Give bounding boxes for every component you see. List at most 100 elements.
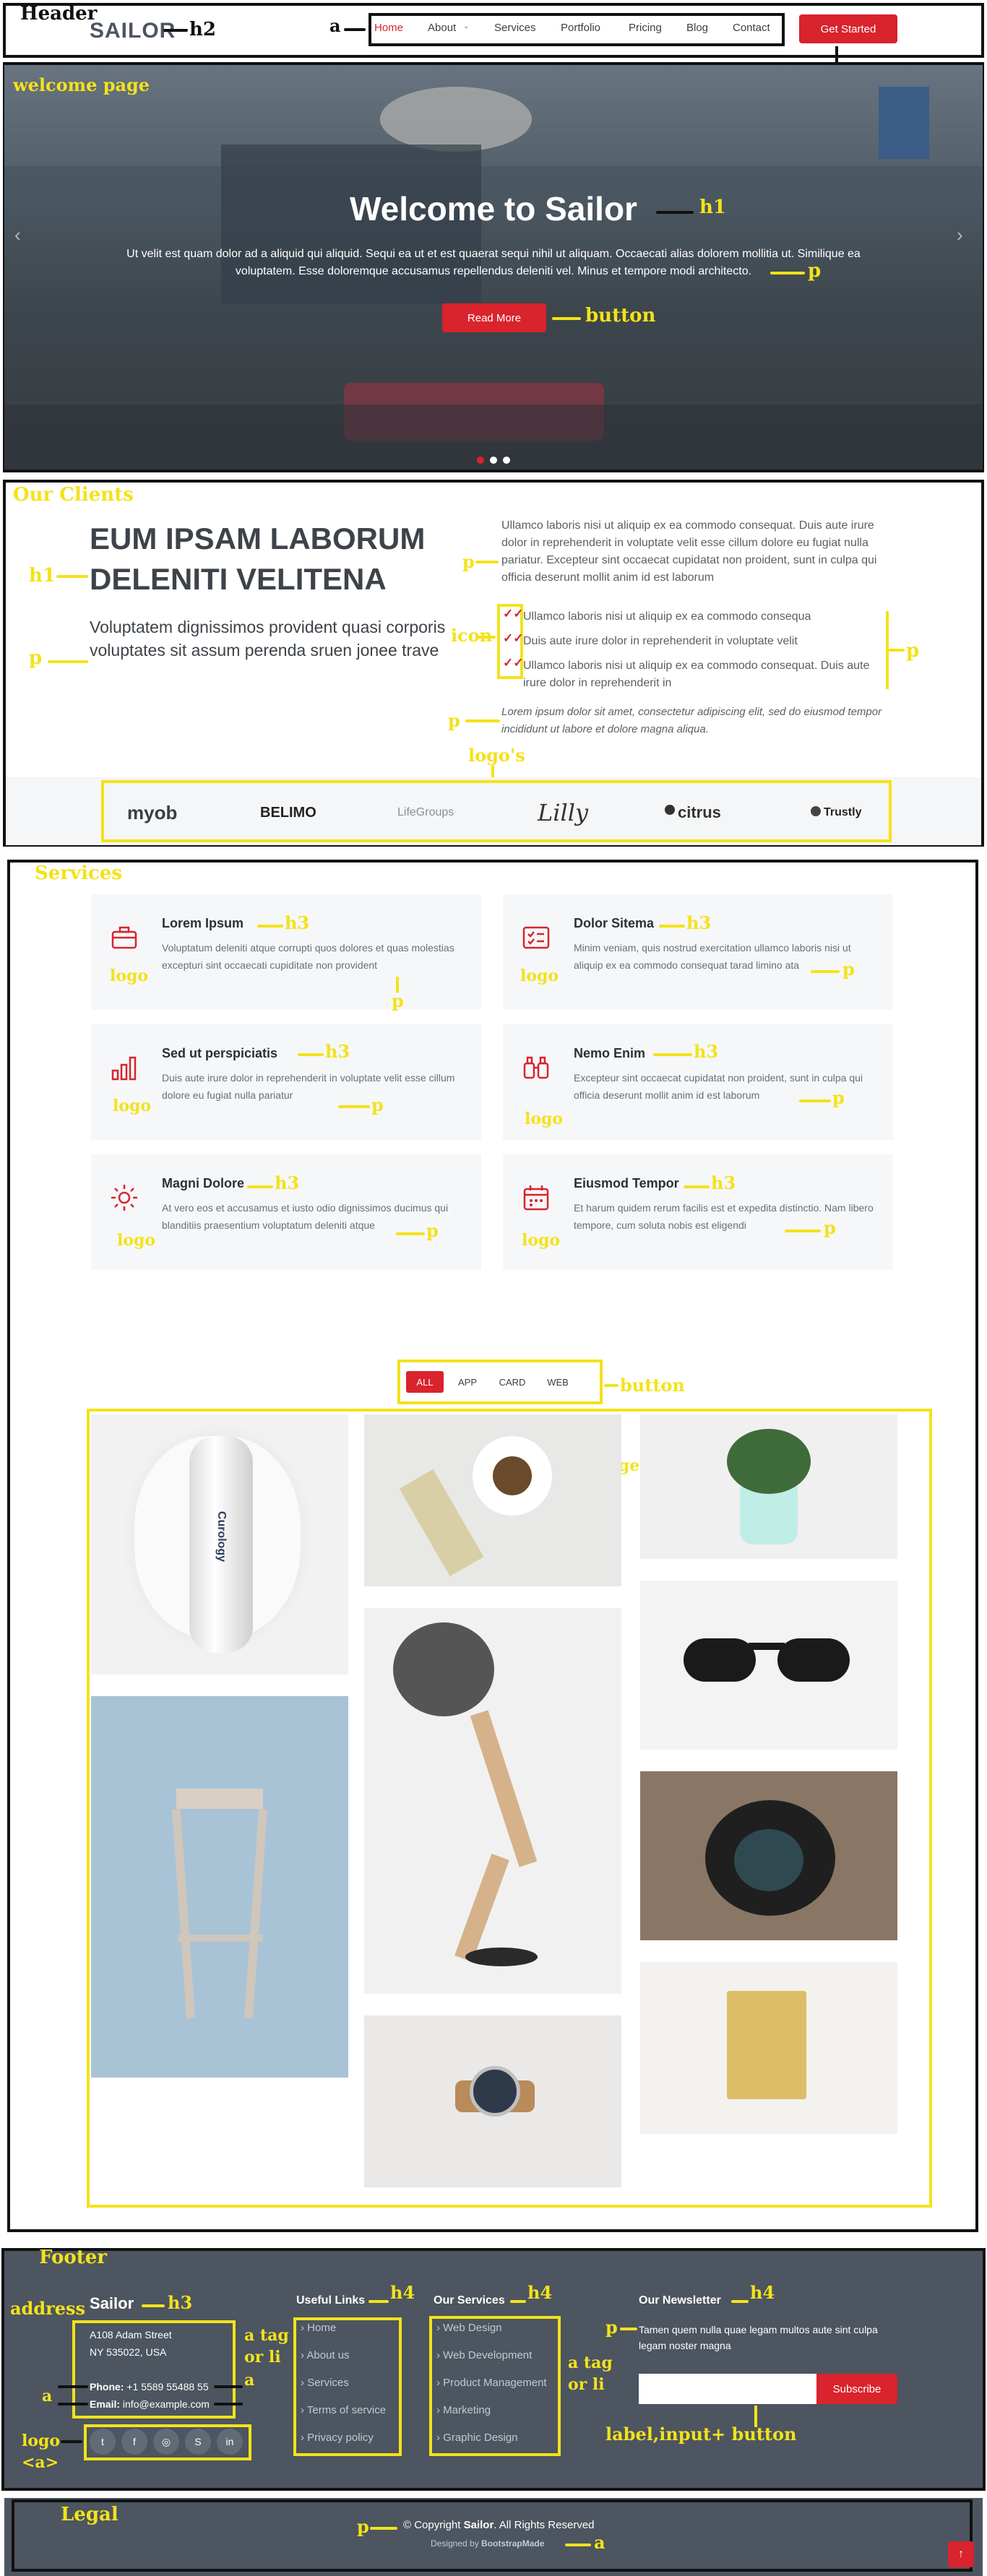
annot-arrow-button-hero [552, 317, 581, 320]
portfolio-image-sunglasses[interactable] [640, 1581, 897, 1750]
service-title[interactable]: Magni Dolore [162, 1176, 244, 1191]
bootstrapmade-link[interactable]: BootstrapMade [481, 2538, 544, 2549]
lamp-arm [454, 1854, 509, 1962]
filter-web[interactable]: WEB [539, 1371, 577, 1393]
service-card[interactable]: Lorem Ipsum Voluptatum deleniti atque co… [91, 894, 481, 1010]
annot-arrow-p [811, 970, 840, 973]
filter-card[interactable]: CARD [493, 1371, 532, 1393]
phone-value[interactable]: +1 5589 55488 55 [126, 2381, 208, 2393]
legal-outline [12, 2499, 973, 2572]
clients-list-item-3: Ullamco laboris nisi ut aliquip ex ea co… [523, 660, 870, 689]
service-text: Voluptatum deleniti atque corrupti quos … [162, 942, 454, 971]
carousel-dot[interactable] [503, 457, 510, 464]
get-started-button[interactable]: Get Started [799, 14, 897, 43]
annot-legal: Legal [61, 2504, 118, 2525]
read-more-button[interactable]: Read More [442, 303, 546, 332]
useful-link-home[interactable]: › Home [301, 2322, 336, 2334]
useful-link-services[interactable]: › Services [301, 2377, 349, 2389]
annot-h1-clients: h1 [29, 565, 56, 587]
annot-welcome-page: welcome page [13, 74, 150, 95]
email-value[interactable]: info@example.com [123, 2398, 210, 2410]
skype-icon[interactable]: S [185, 2429, 211, 2455]
portfolio-image-bottle[interactable]: Curology [91, 1414, 348, 1674]
annot-arrow-logo-a [61, 2440, 82, 2443]
nav-portfolio[interactable]: Portfolio [561, 22, 600, 34]
linkedin-icon[interactable]: in [217, 2429, 243, 2455]
service-text: Duis aute irure dolor in reprehenderit i… [162, 1072, 455, 1101]
nav-blog[interactable]: Blog [686, 22, 708, 34]
instagram-icon[interactable]: ◎ [153, 2429, 179, 2455]
useful-link-privacy[interactable]: › Privacy policy [301, 2432, 374, 2444]
portfolio-image-lens[interactable] [640, 1771, 897, 1940]
bottle-label: Curology [215, 1510, 228, 1563]
nav-home[interactable]: Home [374, 22, 403, 34]
service-card[interactable]: Eiusmod Tempor Et harum quidem rerum fac… [503, 1154, 893, 1270]
lens-glass [734, 1829, 803, 1891]
annot-arrow-h4 [368, 2300, 389, 2303]
annot-h4: h4 [750, 2282, 775, 2303]
annot-a: a [329, 15, 341, 36]
annot-arrow-a-footer-right [214, 2385, 243, 2388]
annot-h4: h4 [390, 2282, 415, 2303]
annot-arrow-h4 [731, 2300, 749, 2303]
portfolio-image-watch[interactable] [364, 2015, 621, 2187]
annot-arrow-p-newsletter [620, 2328, 637, 2330]
subscribe-button[interactable]: Subscribe [816, 2374, 897, 2404]
portfolio-image-lamp[interactable] [364, 1608, 621, 1994]
annot-button-filter: button [620, 1375, 685, 1396]
stool-rung [178, 1935, 263, 1942]
service-link-graphic-design[interactable]: › Graphic Design [436, 2432, 518, 2444]
service-card[interactable]: Magni Dolore At vero eos et accusamus et… [91, 1154, 481, 1270]
carousel-dot[interactable] [490, 457, 497, 464]
service-title[interactable]: Nemo Enim [574, 1046, 645, 1061]
service-title[interactable]: Eiusmod Tempor [574, 1176, 679, 1191]
useful-link-terms[interactable]: › Terms of service [301, 2404, 386, 2416]
nav-services[interactable]: Services [494, 22, 536, 34]
service-title[interactable]: Sed ut perspiciatis [162, 1046, 277, 1061]
watch-face [470, 2066, 520, 2117]
twitter-icon[interactable]: t [90, 2429, 116, 2455]
annot-logo: logo [110, 967, 149, 985]
citrus-mark-icon [665, 805, 675, 815]
service-card[interactable]: Dolor Sitema Minim veniam, quis nostrud … [503, 894, 893, 1010]
lamp-base [465, 1948, 538, 1966]
lamp-head [393, 1622, 494, 1716]
nav-pricing[interactable]: Pricing [629, 22, 662, 34]
portfolio-image-stool[interactable] [91, 1696, 348, 2078]
useful-link-about[interactable]: › About us [301, 2349, 350, 2361]
annot-a-footer-left: a [42, 2387, 53, 2406]
hero-text: Ut velit est quam dolor ad a aliquid qui… [126, 248, 861, 277]
annot-services: Services [35, 863, 123, 884]
newsletter-email-input[interactable] [639, 2374, 816, 2404]
facebook-icon[interactable]: f [121, 2429, 147, 2455]
annot-header: Header [20, 3, 98, 25]
annot-a-tag-or-li-left: a tag or li [244, 2326, 289, 2367]
annot-arrow-p [338, 1105, 370, 1108]
service-title[interactable]: Lorem Ipsum [162, 916, 243, 931]
service-card[interactable]: Sed ut perspiciatis Duis aute irure dolo… [91, 1024, 481, 1140]
annot-label-input-button: label,input+ button [605, 2424, 797, 2445]
service-title[interactable]: Dolor Sitema [574, 916, 654, 931]
service-link-web-development[interactable]: › Web Development [436, 2349, 532, 2361]
filter-all[interactable]: ALL [406, 1371, 444, 1393]
annot-logo: logo [113, 1097, 152, 1115]
filter-app[interactable]: APP [449, 1371, 486, 1393]
designed-by-text: Designed by BootstrapMade [431, 2538, 545, 2549]
portfolio-image-plant[interactable] [640, 1414, 897, 1559]
annot-arrow-h1-hero [656, 211, 694, 214]
annot-logo-a: logo <a> [22, 2432, 61, 2472]
service-text: Minim veniam, quis nostrud exercitation … [574, 942, 851, 971]
service-link-web-design[interactable]: › Web Design [436, 2322, 502, 2334]
portfolio-image-glass[interactable] [640, 1962, 897, 2134]
annot-p-clients-lead: p [29, 647, 43, 669]
nav-about[interactable]: About [428, 22, 456, 34]
service-link-product-management[interactable]: › Product Management [436, 2377, 547, 2389]
carousel-dot-active[interactable] [477, 457, 484, 464]
annot-arrow-icon [477, 636, 496, 639]
annot-p-clients-list: p [906, 640, 920, 662]
portfolio-image-cup[interactable] [364, 1414, 621, 1586]
our-services-title: Our Services [434, 2294, 505, 2307]
back-to-top-button[interactable]: ↑ [948, 2541, 974, 2567]
service-link-marketing[interactable]: › Marketing [436, 2404, 491, 2416]
nav-contact[interactable]: Contact [733, 22, 770, 34]
